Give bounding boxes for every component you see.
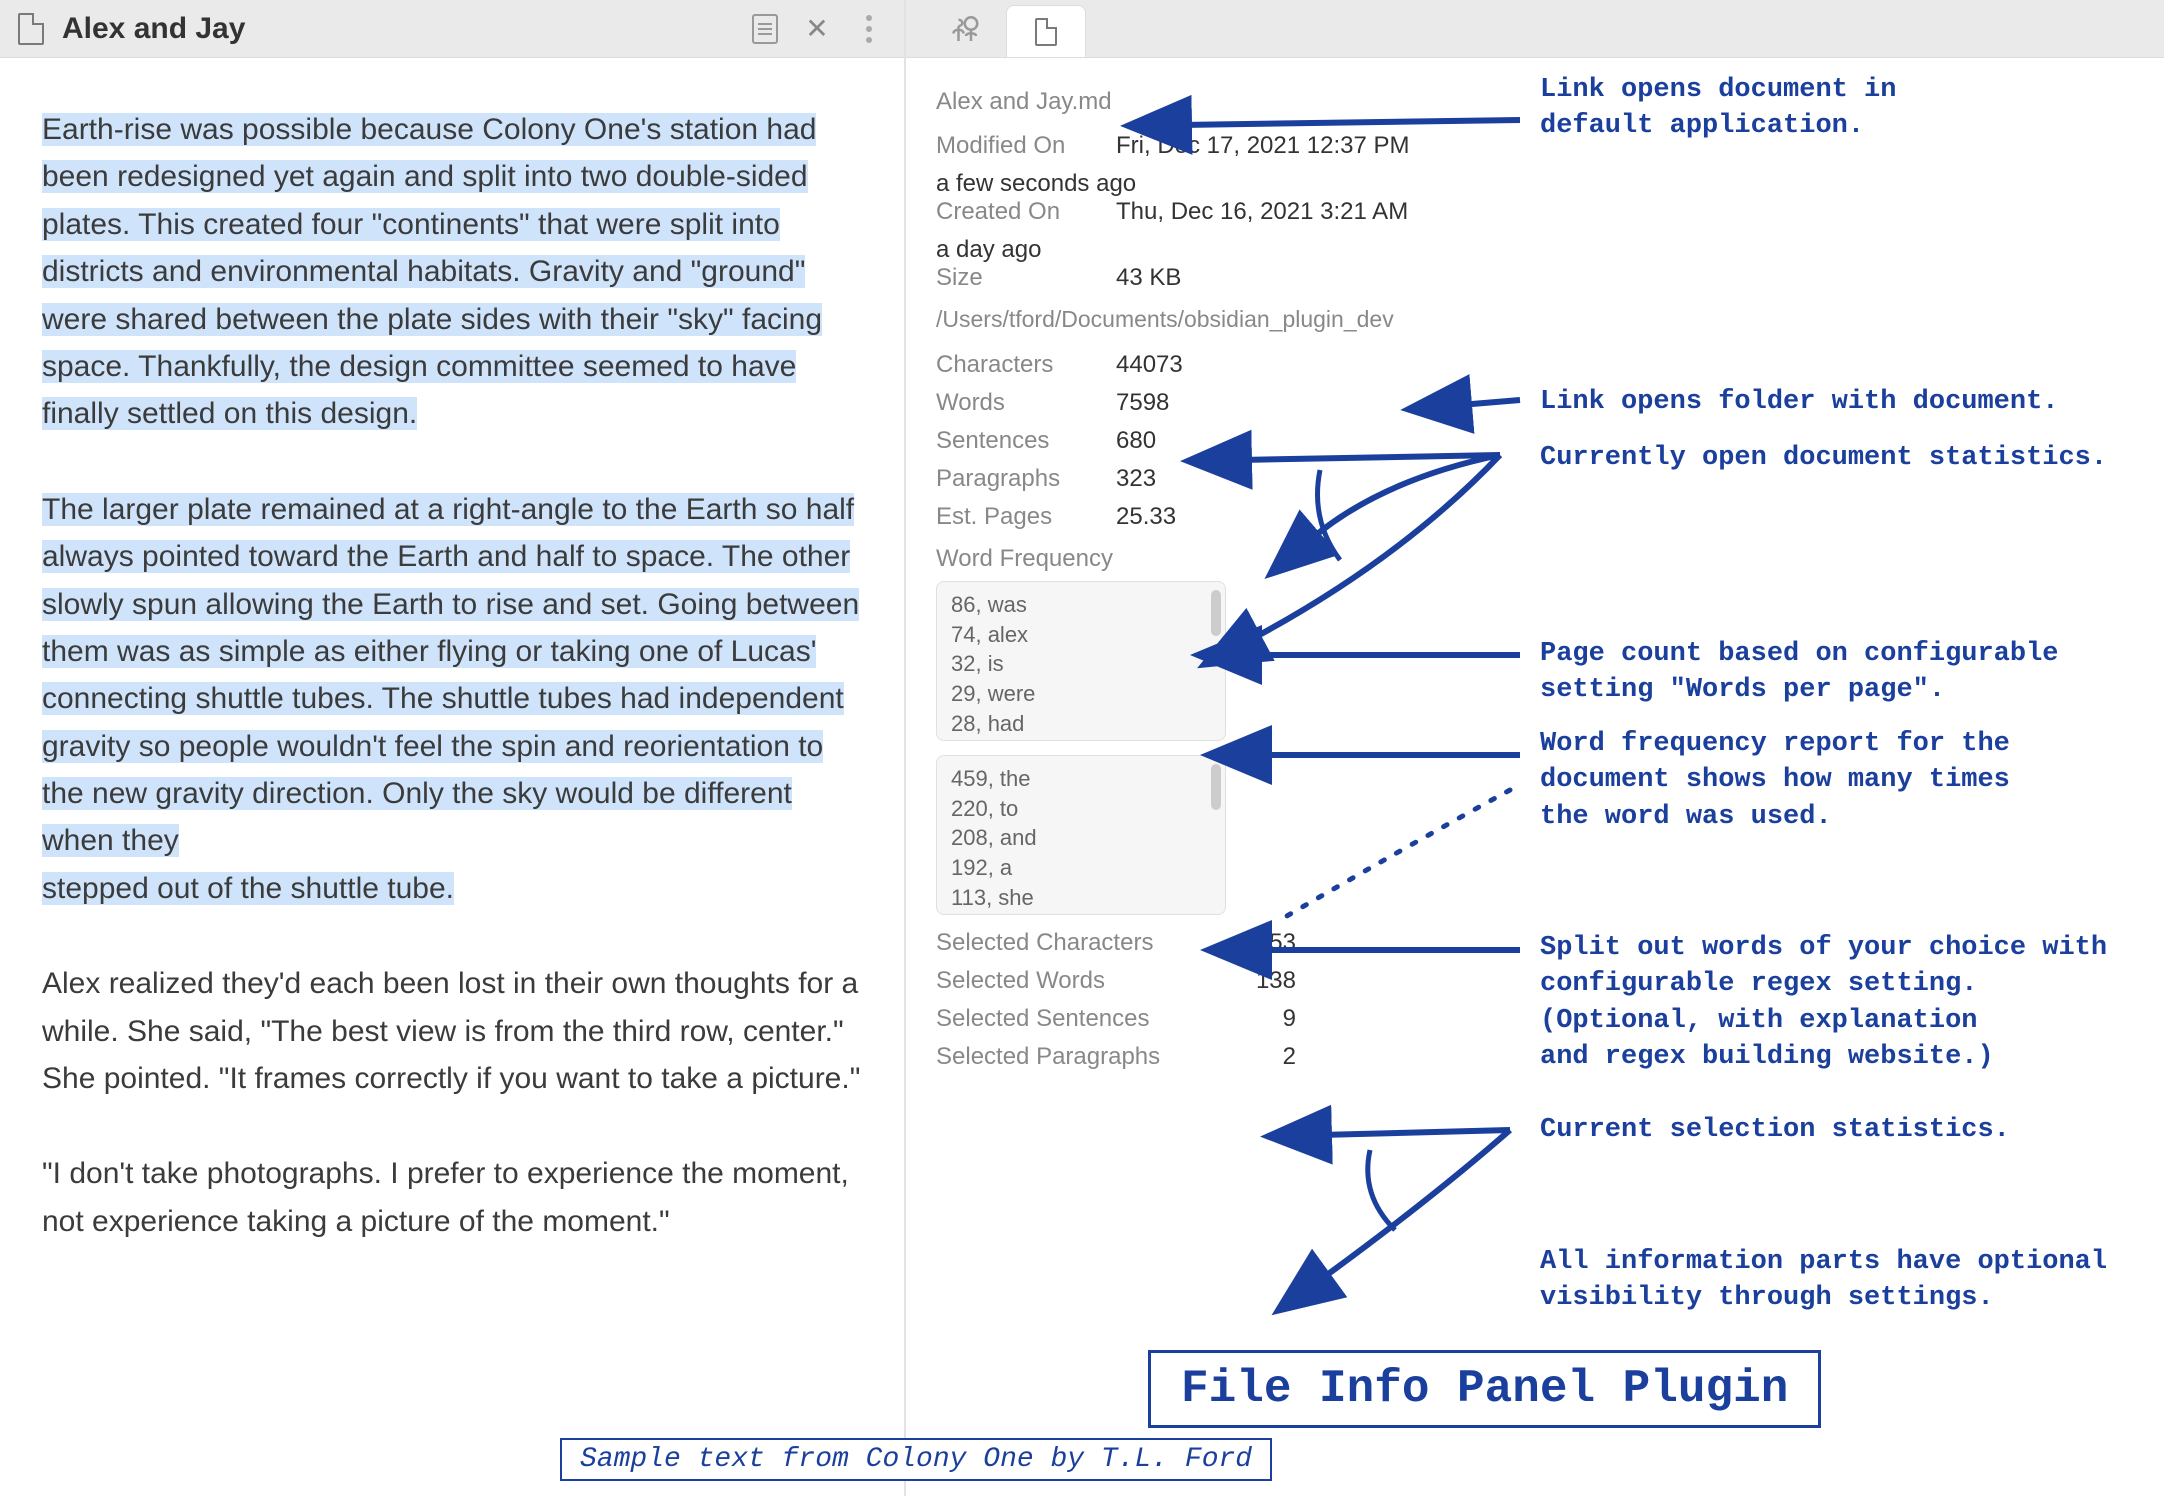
plugin-title-box: File Info Panel Plugin bbox=[1148, 1350, 1821, 1428]
sel-chars-label: Selected Characters bbox=[936, 929, 1236, 957]
sample-attribution: Sample text from Colony One by T.L. Ford bbox=[560, 1438, 1272, 1481]
sel-para-label: Selected Paragraphs bbox=[936, 1043, 1236, 1071]
sel-chars-value: 853 bbox=[1236, 929, 1296, 957]
file-name-link[interactable]: Alex and Jay.md bbox=[936, 88, 1456, 116]
modified-label: Modified On bbox=[936, 132, 1116, 160]
paragraphs-value: 323 bbox=[1116, 465, 1156, 493]
est-pages-value: 25.33 bbox=[1116, 503, 1176, 531]
sentences-label: Sentences bbox=[936, 427, 1116, 455]
file-info-panel: Alex and Jay.md Modified OnFri, Dec 17, … bbox=[906, 58, 1476, 1111]
est-pages-label: Est. Pages bbox=[936, 503, 1116, 531]
word-freq-box[interactable]: 86, was 74, alex 32, is 29, were 28, had… bbox=[936, 581, 1226, 741]
sel-words-value: 138 bbox=[1236, 967, 1296, 995]
words-value: 7598 bbox=[1116, 389, 1169, 417]
selected-text[interactable]: The larger plate remained at a right-ang… bbox=[42, 493, 859, 858]
scrollbar-thumb[interactable] bbox=[1211, 590, 1221, 636]
word-freq-label: Word Frequency bbox=[936, 545, 1456, 573]
sel-words-label: Selected Words bbox=[936, 967, 1236, 995]
created-value: Thu, Dec 16, 2021 3:21 AM bbox=[1116, 198, 1408, 226]
folder-path-link[interactable]: /Users/tford/Documents/obsidian_plugin_d… bbox=[936, 306, 1456, 333]
sel-sent-value: 9 bbox=[1236, 1005, 1296, 1033]
words-label: Words bbox=[936, 389, 1116, 417]
reading-view-icon[interactable] bbox=[748, 12, 782, 46]
tab-file-info[interactable] bbox=[1006, 5, 1086, 57]
editor-pane: Alex and Jay ✕ Earth-rise was possible b… bbox=[0, 0, 906, 1496]
paragraphs-label: Paragraphs bbox=[936, 465, 1116, 493]
document-title: Alex and Jay bbox=[62, 12, 730, 46]
more-options-icon[interactable] bbox=[852, 12, 886, 46]
sentences-value: 680 bbox=[1116, 427, 1156, 455]
document-icon bbox=[18, 13, 44, 45]
selected-text[interactable]: Earth-rise was possible because Colony O… bbox=[42, 113, 822, 430]
word-freq-excluded-box[interactable]: 459, the 220, to 208, and 192, a 113, sh… bbox=[936, 755, 1226, 915]
created-label: Created On bbox=[936, 198, 1116, 226]
document-icon bbox=[1035, 18, 1057, 46]
created-relative: a day ago bbox=[936, 236, 1456, 264]
tab-backlinks[interactable] bbox=[926, 5, 1006, 57]
characters-label: Characters bbox=[936, 351, 1116, 379]
size-label: Size bbox=[936, 264, 1116, 292]
editor-body[interactable]: Earth-rise was possible because Colony O… bbox=[0, 58, 904, 1496]
characters-value: 44073 bbox=[1116, 351, 1183, 379]
modified-relative: a few seconds ago bbox=[936, 170, 1456, 198]
sel-para-value: 2 bbox=[1236, 1043, 1296, 1071]
sel-sent-label: Selected Sentences bbox=[936, 1005, 1236, 1033]
title-bar: Alex and Jay ✕ bbox=[0, 0, 904, 58]
right-area: Alex and Jay.md Modified OnFri, Dec 17, … bbox=[906, 0, 2164, 1496]
paragraph[interactable]: "I don't take photographs. I prefer to e… bbox=[42, 1150, 862, 1245]
sidebar-tabs bbox=[906, 0, 2164, 58]
selected-text[interactable]: stepped out of the shuttle tube. bbox=[42, 872, 454, 905]
close-icon[interactable]: ✕ bbox=[800, 12, 834, 46]
scrollbar-thumb[interactable] bbox=[1211, 764, 1221, 810]
modified-value: Fri, Dec 17, 2021 12:37 PM bbox=[1116, 132, 1409, 160]
size-value: 43 KB bbox=[1116, 264, 1181, 292]
paragraph[interactable]: Alex realized they'd each been lost in t… bbox=[42, 960, 862, 1102]
